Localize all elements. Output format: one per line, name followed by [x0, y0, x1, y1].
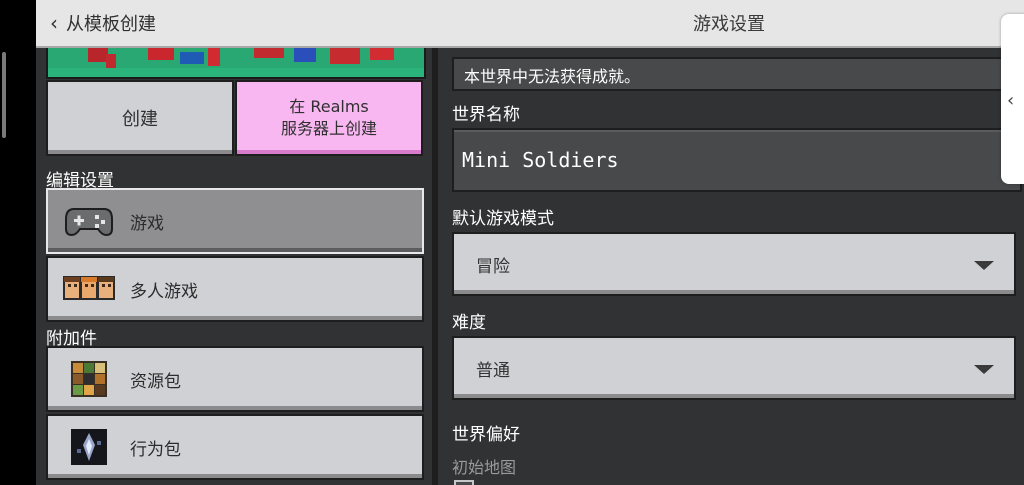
app-window: ‹ 从模板创建 游戏设置 创建 在 Realms 服务器上创建 编辑设置 游戏 … [36, 0, 1024, 485]
difficulty-value: 普通 [476, 361, 510, 381]
difficulty-label: 难度 [452, 313, 486, 333]
back-label: 从模板创建 [66, 14, 156, 35]
create-on-realms-button[interactable]: 在 Realms 服务器上创建 [235, 80, 423, 156]
nav-label-resource-packs: 资源包 [130, 371, 181, 392]
chevron-left-icon: ‹ [1007, 90, 1015, 111]
nav-label-multiplayer: 多人游戏 [130, 281, 198, 302]
screen-edge [0, 0, 36, 485]
nav-item-game[interactable]: 游戏 [46, 188, 424, 254]
world-preferences-label: 世界偏好 [452, 425, 520, 445]
nav-item-multiplayer[interactable]: 多人游戏 [46, 256, 424, 322]
resource-pack-icon [62, 359, 116, 399]
dropdown-arrow-icon [974, 365, 994, 374]
achievements-notice: 本世界中无法获得成就。 [452, 57, 1012, 91]
left-panel: 创建 在 Realms 服务器上创建 编辑设置 游戏 多人游戏 附加件 资源包 … [36, 48, 432, 485]
starting-map-checkbox[interactable] [454, 480, 474, 485]
multiplayer-icon [62, 269, 116, 309]
realms-label-line1: 在 Realms [289, 97, 369, 116]
page-title: 游戏设置 [693, 14, 765, 35]
game-mode-label: 默认游戏模式 [452, 209, 554, 229]
edge-grip [2, 52, 6, 138]
top-bar: ‹ 从模板创建 游戏设置 [36, 0, 1024, 48]
nav-label-behavior-packs: 行为包 [130, 439, 181, 460]
create-label: 创建 [122, 109, 158, 130]
dropdown-arrow-icon [974, 261, 994, 270]
difficulty-dropdown[interactable]: 普通 [452, 336, 1016, 400]
world-thumbnail [46, 48, 426, 79]
starting-map-label: 初始地图 [452, 458, 517, 477]
chevron-left-icon: ‹ [50, 11, 58, 35]
nav-item-behavior-packs[interactable]: 行为包 [46, 414, 424, 480]
side-drawer-tab[interactable]: ‹ [1001, 14, 1024, 184]
world-name-input[interactable]: Mini Soldiers [452, 128, 1022, 192]
create-button[interactable]: 创建 [46, 80, 234, 156]
nav-label-game: 游戏 [130, 213, 164, 234]
realms-label-line2: 服务器上创建 [280, 119, 377, 138]
game-mode-value: 冒险 [476, 257, 510, 277]
world-name-label: 世界名称 [452, 105, 520, 125]
nav-item-resource-packs[interactable]: 资源包 [46, 346, 424, 412]
settings-panel: 本世界中无法获得成就。 世界名称 Mini Soldiers 默认游戏模式 冒险… [438, 48, 1024, 485]
behavior-pack-icon [62, 427, 116, 467]
controller-icon [62, 201, 116, 241]
game-mode-dropdown[interactable]: 冒险 [452, 232, 1016, 296]
back-button[interactable]: ‹ 从模板创建 [50, 8, 156, 38]
